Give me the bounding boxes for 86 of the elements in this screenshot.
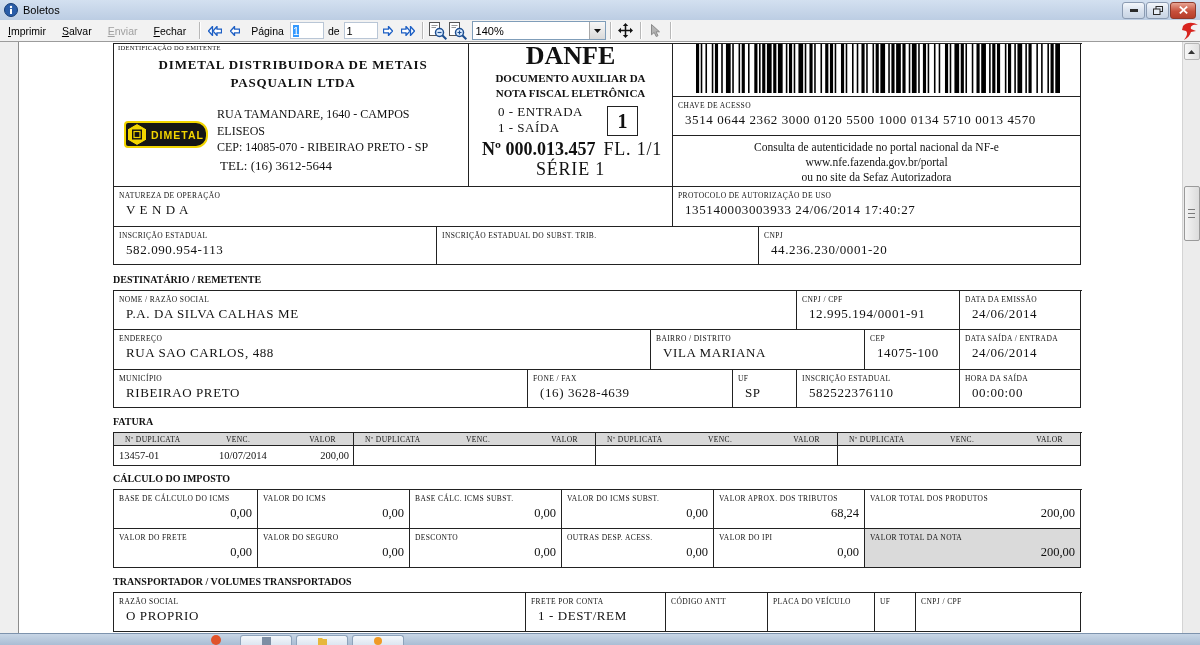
round-app-icon — [211, 635, 221, 645]
minimize-button[interactable] — [1122, 1, 1145, 19]
field-value: P.A. DA SILVA CALHAS ME — [125, 306, 299, 322]
cell-text: 13457-01 — [119, 449, 160, 462]
field-value: RIBEIRAO PRETO — [125, 385, 240, 401]
field-value: 200,00 — [1040, 505, 1075, 521]
swirl-logo-icon — [1182, 21, 1198, 40]
field-value: 0,00 — [382, 505, 404, 521]
section-heading: FATURA — [113, 416, 154, 428]
close-icon — [1178, 6, 1188, 14]
folder-icon — [317, 637, 327, 645]
double-right-arrow-icon — [400, 25, 415, 36]
page-label: Página — [251, 24, 284, 37]
field-value: SP — [744, 385, 761, 401]
caret-down-icon — [593, 28, 601, 33]
operation-type-label: 1 - SAÍDA — [498, 120, 560, 136]
document-title: DANFE — [525, 44, 616, 68]
save-button[interactable]: Salvar — [54, 21, 99, 40]
zoom-select[interactable]: 140% — [471, 21, 606, 40]
zoom-in-button[interactable] — [447, 20, 468, 41]
restore-icon — [1152, 5, 1163, 15]
section-heading: TRANSPORTADOR / VOLUMES TRANSPORTADOS — [113, 576, 352, 588]
left-arrow-icon — [230, 25, 241, 36]
circle-icon — [374, 637, 382, 645]
field-value: 24/06/2014 — [971, 306, 1038, 322]
pointer-icon — [651, 24, 661, 37]
pan-button[interactable] — [615, 20, 636, 41]
field-value: 200,00 — [1040, 544, 1075, 560]
company-city: CEP: 14085-070 - RIBEIRAO PRETO - SP — [217, 139, 429, 156]
cell-text: 10/07/2014 — [219, 449, 267, 462]
field-value: (16) 3628-4639 — [539, 385, 630, 401]
window-title: Boletos — [23, 3, 60, 17]
minimize-icon — [1129, 8, 1138, 12]
operation-code: 1 — [607, 106, 638, 136]
company-phone: TEL: (16) 3612-5644 — [219, 157, 332, 174]
double-left-arrow-icon — [208, 25, 223, 36]
field-value: 24/06/2014 — [971, 345, 1038, 361]
field-value: RUA SAO CARLOS, 488 — [125, 345, 274, 361]
field-value: 0,00 — [534, 544, 556, 560]
field-value: VILA MARIANA — [662, 345, 766, 361]
field-value: 68,24 — [830, 505, 859, 521]
field-value: 0,00 — [230, 505, 252, 521]
field-value: 582.090.954-113 — [125, 242, 224, 258]
four-way-arrow-icon — [618, 23, 634, 38]
invoice-series: SÉRIE 1 — [535, 159, 606, 179]
field-value: 135140003003933 24/06/2014 17:40:27 — [684, 202, 916, 218]
caret-up-icon — [1188, 49, 1195, 54]
close-document-button[interactable]: Fechar — [146, 21, 194, 40]
field-value: 582522376110 — [808, 385, 894, 401]
verification-note: Consulta de autenticidade no portal nacional da NF-e www.nfe.fazenda.gov.br/portal ou no site da Sefaz Autorizadora — [754, 140, 999, 185]
field-value: 3514 0644 2362 3000 0120 5500 1000 0134 5710 0013 4570 — [684, 112, 1036, 128]
print-button[interactable]: Imprimir — [1, 21, 53, 40]
logo-wordmark: DIMETAL — [151, 128, 204, 141]
field-value: 44.236.230/0001-20 — [770, 242, 888, 258]
cell-text: 200,00 — [320, 449, 349, 462]
window-icon — [261, 637, 271, 645]
scroll-up-button[interactable] — [1183, 43, 1200, 60]
section-heading: CÁLCULO DO IMPOSTO — [113, 473, 231, 485]
field-value: 0,00 — [534, 505, 556, 521]
field-value: V E N D A — [125, 202, 189, 218]
field-value: 12.995.194/0001-91 — [808, 306, 926, 322]
info-icon — [4, 3, 18, 17]
field-value: 14075-100 — [876, 345, 939, 361]
field-value: 00:00:00 — [971, 385, 1024, 401]
field-value: 0,00 — [686, 505, 708, 521]
field-value: 0,00 — [837, 544, 859, 560]
right-arrow-icon — [382, 25, 393, 36]
page-total-field[interactable]: 1 — [343, 22, 378, 39]
page-of-label: de — [327, 24, 340, 37]
field-value: 0,00 — [686, 544, 708, 560]
document-subtitle: DOCUMENTO AUXILIAR DA NOTA FISCAL ELETRÔNICA — [495, 71, 646, 101]
invoice-number: Nº 000.013.457 — [482, 139, 596, 159]
section-heading: DESTINATÁRIO / REMETENTE — [113, 274, 262, 286]
company-address: RUA TAMANDARE, 1640 - CAMPOS ELISEOS — [217, 106, 411, 139]
sheet-number: FL. 1/1 — [603, 139, 663, 159]
field-value: 0,00 — [230, 544, 252, 560]
restore-button[interactable] — [1146, 1, 1169, 19]
field-value: O PROPRIO — [125, 608, 199, 624]
field-value: 0,00 — [382, 544, 404, 560]
taskbar-button[interactable] — [240, 635, 292, 645]
company-name: DIMETAL DISTRIBUIDORA DE METAIS PASQUALIN LTDA — [157, 56, 429, 92]
field-value: 1 - DEST/REM — [537, 608, 627, 624]
scrollbar-thumb[interactable] — [1183, 186, 1200, 241]
zoom-out-button[interactable] — [427, 20, 448, 41]
close-button[interactable] — [1170, 1, 1196, 19]
operation-type-label: 0 - ENTRADA — [498, 104, 583, 120]
